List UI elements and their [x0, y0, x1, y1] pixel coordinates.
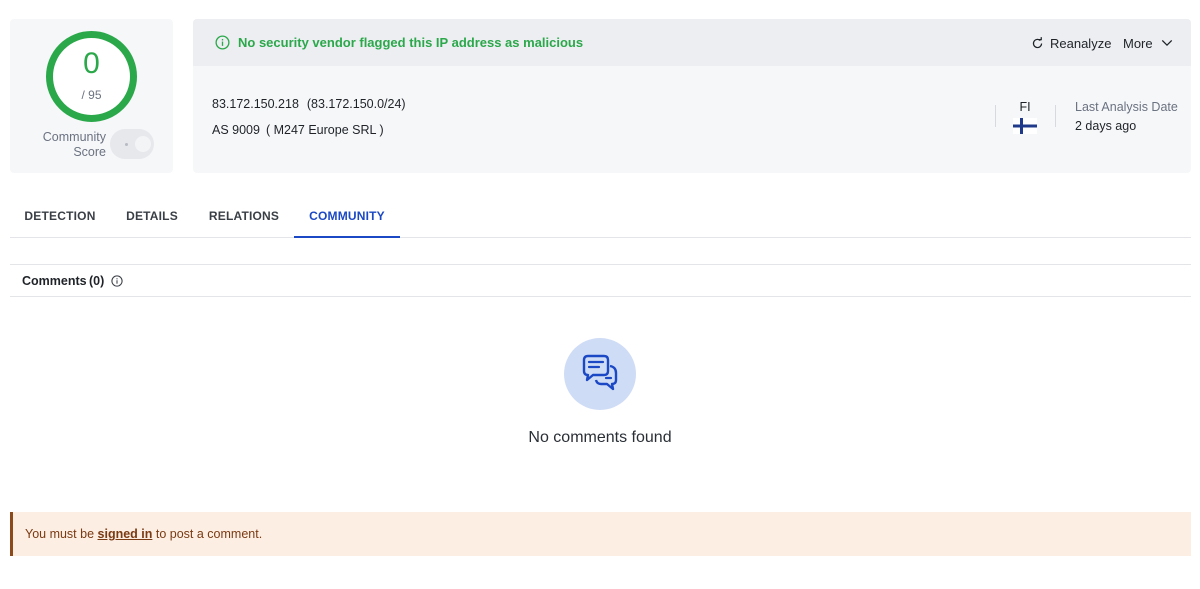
comments-title: Comments [22, 274, 87, 288]
tab-community[interactable]: COMMUNITY [294, 196, 400, 238]
community-score-label-line1: Community [42, 130, 106, 144]
toggle-dot-icon [125, 143, 128, 146]
more-button[interactable]: More [1123, 34, 1173, 52]
ip-range: (83.172.150.0/24) [306, 97, 406, 111]
reanalyze-label: Reanalyze [1050, 35, 1112, 51]
detection-score-ring: 0 / 95 [46, 31, 137, 122]
ip-info-card: No security vendor flagged this IP addre… [193, 19, 1191, 173]
signin-notice: You must be signed in to post a comment. [10, 512, 1191, 556]
country-divider-right [1055, 105, 1056, 127]
refresh-icon [1032, 36, 1043, 48]
country-code: FI [1019, 100, 1031, 114]
as-organization: ( M247 Europe SRL ) [265, 123, 384, 137]
community-score-label-line2: Score [73, 145, 106, 159]
info-circle-icon[interactable] [111, 275, 123, 287]
empty-comments-illustration [564, 338, 636, 410]
toggle-knob [135, 136, 151, 152]
comments-count: (0) [89, 274, 105, 288]
signin-notice-suffix: to post a comment. [152, 527, 263, 541]
detection-score-total: / 95 [81, 88, 102, 102]
tab-relations[interactable]: RELATIONS [200, 196, 288, 238]
country-divider-left [995, 105, 996, 127]
signin-notice-text: You must be signed in to post a comment. [25, 527, 262, 541]
tab-detection[interactable]: DETECTION [10, 196, 110, 238]
tab-details[interactable]: DETAILS [116, 196, 188, 238]
reanalyze-button[interactable]: Reanalyze [1031, 34, 1111, 52]
chat-bubbles-icon [582, 354, 618, 391]
community-score-toggle[interactable] [110, 129, 154, 159]
ip-address: 83.172.150.218 [212, 97, 299, 111]
last-analysis-value: 2 days ago [1075, 119, 1137, 133]
community-score-label: Community Score [32, 130, 106, 160]
ip-address-line: 83.172.150.218 (83.172.150.0/24) [212, 96, 406, 112]
chevron-down-icon [1161, 39, 1172, 47]
last-analysis-label: Last Analysis Date [1075, 100, 1178, 114]
detection-score-value: 0 [83, 47, 100, 80]
finland-flag-icon [1013, 118, 1037, 134]
signin-link[interactable]: signed in [98, 527, 153, 541]
info-circle-icon [215, 35, 230, 50]
more-label: More [1123, 35, 1153, 51]
empty-comments-message: No comments found [528, 429, 672, 446]
comments-header: Comments (0) [10, 264, 1191, 297]
analysis-banner-message: No security vendor flagged this IP addre… [238, 35, 584, 50]
report-tabs: DETECTION DETAILS RELATIONS COMMUNITY [10, 196, 1191, 238]
as-line: AS 9009 ( M247 Europe SRL ) [212, 122, 384, 138]
as-number: AS 9009 [212, 123, 260, 137]
score-card: 0 / 95 Community Score [10, 19, 173, 173]
analysis-banner: No security vendor flagged this IP addre… [193, 19, 1191, 66]
signin-notice-prefix: You must be [25, 527, 98, 541]
